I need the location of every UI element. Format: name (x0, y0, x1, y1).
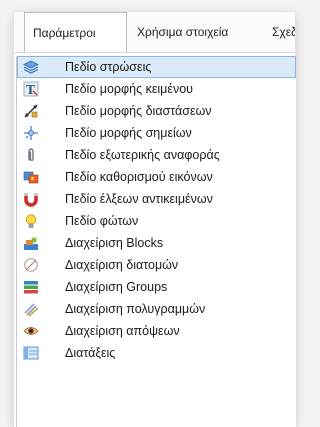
menu-item-groups-manager[interactable]: Διαχείριση Groups (17, 276, 296, 298)
dimension-style-icon (24, 104, 38, 118)
menu-item-label: Πεδίο μορφής κειμένου (65, 82, 193, 96)
menu-item-point-style-panel[interactable]: Πεδίο μορφής σημείων (17, 122, 296, 144)
menu-item-label: Διαχείριση πολυγραμμών (65, 302, 206, 316)
menu-item-label: Πεδίο μορφής σημείων (65, 126, 192, 140)
menu-item-label: Διαχείριση Groups (65, 280, 168, 294)
menu-item-lights-panel[interactable]: Πεδίο φώτων (17, 210, 296, 232)
section-icon (24, 258, 38, 272)
menu-item-layers-panel[interactable]: Πεδίο στρώσεις (17, 56, 296, 78)
menu-item-label: Διαχείριση Blocks (65, 236, 164, 250)
blocks-icon (24, 237, 38, 250)
point-style-icon (24, 126, 38, 140)
menu-item-image-definition-panel[interactable]: Πεδίο καθορισμού εικόνων (17, 166, 296, 188)
layouts-icon (23, 346, 39, 360)
menu-tab-utilities[interactable]: Χρήσιμα στοιχεία (129, 12, 264, 52)
menu-item-label: Πεδίο φώτων (65, 214, 139, 228)
groups-icon (24, 281, 38, 294)
menu-item-label: Πεδίο μορφής διαστάσεων (65, 104, 212, 118)
menu-item-label: Πεδίο έλξεων αντικειμένων (65, 192, 213, 206)
menu-item-sections-manager[interactable]: Διαχείριση διατομών (17, 254, 296, 276)
menu-tab-drawing[interactable]: Σχεδ (264, 12, 295, 52)
menu-item-label: Διατάξεις (65, 346, 116, 360)
menu-bar: Παράμετροι Χρήσιμα στοιχεία Σχεδ (14, 12, 295, 53)
layers-icon (23, 60, 39, 74)
menu-item-label: Πεδίο στρώσεις (65, 60, 152, 74)
menu-item-text-style-panel[interactable]: T Πεδίο μορφής κειμένου (17, 78, 296, 100)
text-style-icon: T (23, 81, 39, 97)
menu-item-layouts[interactable]: Διατάξεις (17, 342, 296, 364)
parameters-dropdown-menu: Πεδίο στρώσεις T Πεδίο μορφής κειμένου Π… (16, 56, 296, 427)
paperclip-icon (28, 148, 34, 161)
menu-item-label: Πεδίο εξωτερικής αναφοράς (65, 148, 220, 162)
menu-item-dimension-style-panel[interactable]: Πεδίο μορφής διαστάσεων (17, 100, 296, 122)
menu-item-polylines-manager[interactable]: Διαχείριση πολυγραμμών (17, 298, 296, 320)
menu-item-object-snaps-panel[interactable]: Πεδίο έλξεων αντικειμένων (17, 188, 296, 210)
menu-item-label: Διαχείριση απόψεων (65, 324, 180, 338)
menu-tab-parameters[interactable]: Παράμετροι (24, 12, 127, 52)
magnet-icon (24, 193, 38, 207)
menu-item-label: Πεδίο καθορισμού εικόνων (65, 170, 213, 184)
menu-item-external-reference-panel[interactable]: Πεδίο εξωτερικής αναφοράς (17, 144, 296, 166)
lightbulb-icon (25, 214, 37, 228)
menu-item-blocks-manager[interactable]: Διαχείριση Blocks (17, 232, 296, 254)
menu-item-label: Διαχείριση διατομών (65, 258, 179, 272)
image-icon (23, 171, 39, 184)
svg-text:T: T (26, 83, 35, 97)
eye-icon (23, 327, 39, 335)
polyline-icon (24, 303, 39, 317)
menu-item-views-manager[interactable]: Διαχείριση απόψεων (17, 320, 296, 342)
